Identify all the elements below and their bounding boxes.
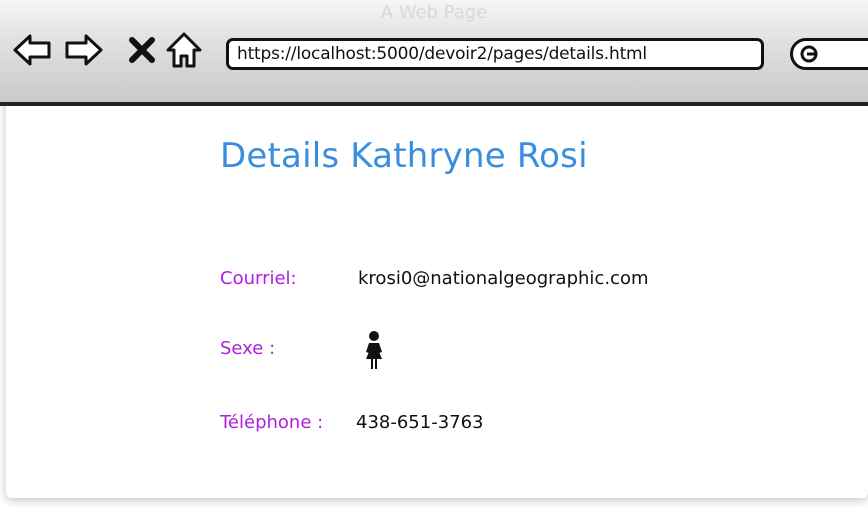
page-title: Details Kathryne Rosi — [220, 136, 588, 176]
search-icon — [800, 45, 818, 63]
email-value: krosi0@nationalgeographic.com — [358, 268, 649, 289]
close-x-icon — [129, 37, 155, 63]
phone-value: 438-651-3763 — [356, 412, 484, 433]
forward-button[interactable] — [64, 30, 104, 70]
stop-button[interactable] — [122, 30, 162, 70]
back-button[interactable] — [12, 30, 52, 70]
url-input[interactable]: https://localhost:5000/devoir2/pages/det… — [226, 38, 764, 70]
search-input[interactable] — [790, 38, 868, 70]
sex-label: Sexe : — [220, 338, 276, 359]
phone-label: Téléphone : — [220, 412, 324, 433]
page-content: Details Kathryne Rosi Courriel: krosi0@n… — [0, 106, 868, 498]
back-arrow-icon — [13, 34, 51, 66]
url-text: https://localhost:5000/devoir2/pages/det… — [237, 44, 647, 64]
window-title: A Web Page — [380, 2, 488, 23]
home-button[interactable] — [164, 30, 204, 70]
browser-toolbar: A Web Page https://localhost:5000/devoir… — [0, 0, 868, 106]
forward-arrow-icon — [65, 34, 103, 66]
email-label: Courriel: — [220, 268, 297, 289]
female-icon — [360, 330, 388, 375]
home-icon — [166, 32, 202, 68]
browser-window: A Web Page https://localhost:5000/devoir… — [0, 0, 868, 508]
